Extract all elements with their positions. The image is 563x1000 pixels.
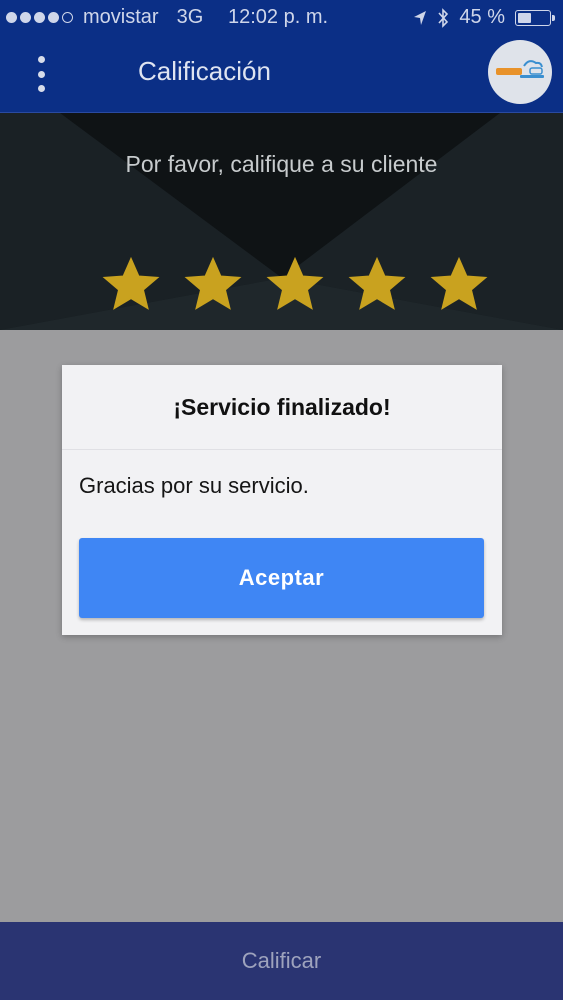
menu-button[interactable] [26, 56, 56, 92]
logo-icon [496, 60, 544, 78]
carrier-name: movistar [83, 6, 159, 28]
rate-button[interactable]: Calificar [0, 922, 563, 1000]
rating-prompt: Por favor, califique a su cliente [125, 151, 438, 177]
network-type: 3G [176, 6, 204, 28]
status-time: 12:02 p. m. [228, 6, 329, 28]
star-icon[interactable] [346, 253, 408, 315]
dialog-title: ¡Servicio finalizado! [62, 365, 502, 450]
dialog-message: Gracias por su servicio. [79, 473, 309, 498]
star-rating [100, 253, 490, 315]
battery-percent: 45 % [459, 6, 505, 28]
app-logo[interactable] [488, 40, 552, 104]
page-title: Calificación [138, 56, 271, 86]
accept-button[interactable]: Aceptar [79, 538, 484, 618]
service-finished-dialog: ¡Servicio finalizado! Gracias por su ser… [62, 365, 502, 635]
star-icon[interactable] [100, 253, 162, 315]
status-right: 45 % [413, 6, 555, 29]
app-header: Calificación [0, 38, 563, 113]
signal-strength-icon [6, 12, 73, 23]
status-left: movistar 3G [6, 6, 203, 29]
rating-section: Por favor, califique a su cliente [0, 113, 563, 330]
status-bar: movistar 3G 12:02 p. m. 45 % [0, 0, 563, 38]
bluetooth-icon [438, 7, 449, 28]
location-arrow-icon [414, 10, 427, 25]
star-icon[interactable] [428, 253, 490, 315]
more-vertical-icon [37, 56, 45, 63]
star-icon[interactable] [264, 253, 326, 315]
battery-icon [515, 9, 555, 26]
star-icon[interactable] [182, 253, 244, 315]
